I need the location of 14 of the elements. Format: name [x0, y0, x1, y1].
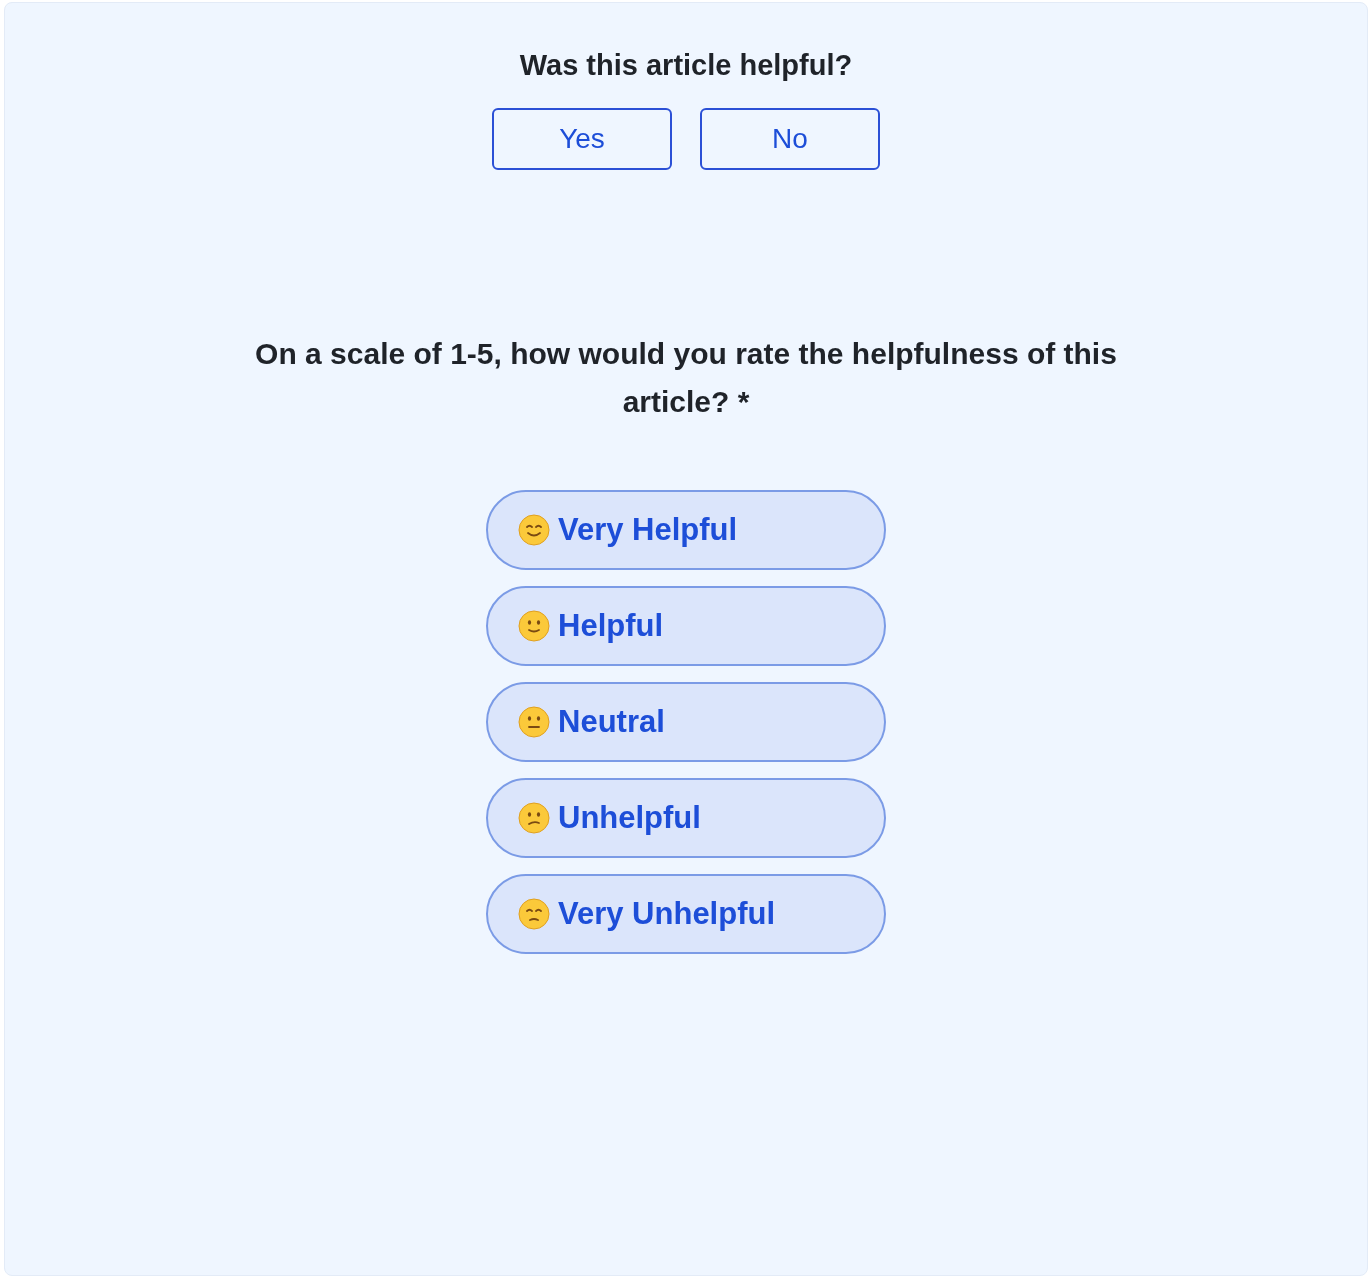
pensive-face-icon [518, 898, 550, 930]
rating-option[interactable]: Helpful [486, 586, 886, 666]
rating-question: On a scale of 1-5, how would you rate the helpfulness of this article? * [254, 336, 1118, 420]
rating-option[interactable]: Neutral [486, 682, 886, 762]
smiling-face-icon [518, 514, 550, 546]
slight-smile-icon [518, 610, 550, 642]
confused-face-icon [518, 802, 550, 834]
answer-button[interactable]: No [700, 108, 880, 170]
neutral-face-icon [518, 706, 550, 738]
answer-button[interactable]: Yes [492, 108, 672, 170]
feedback-question: Was this article helpful? [519, 48, 853, 83]
rating-option[interactable]: Unhelpful [486, 778, 886, 858]
rating-option[interactable]: Very Helpful [486, 490, 886, 570]
rating-option[interactable]: Very Unhelpful [486, 874, 886, 954]
